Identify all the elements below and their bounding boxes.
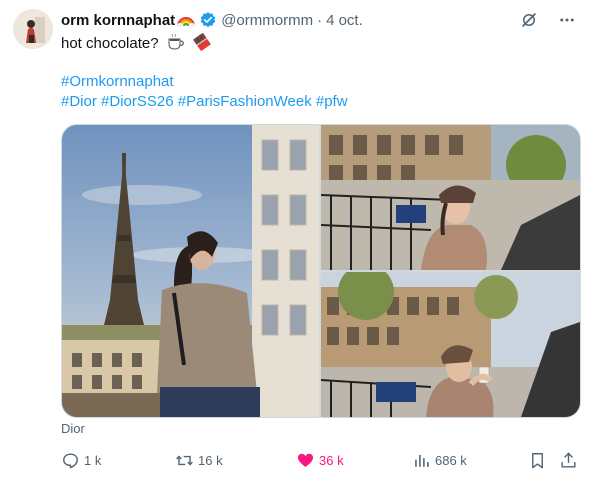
views-count: 686 k xyxy=(435,452,467,468)
author-handle[interactable]: @ormmormm xyxy=(221,12,313,29)
reply-button[interactable]: 1 k xyxy=(61,449,101,471)
photo-metro-railing[interactable] xyxy=(320,125,580,270)
repost-count: 16 k xyxy=(198,452,223,468)
rainbow-emoji xyxy=(177,13,196,27)
like-count: 36 k xyxy=(319,452,344,468)
bookmark-icon xyxy=(532,452,543,468)
top-right-actions xyxy=(519,10,577,30)
hashtags: #Ormkornnaphat #Dior #DiorSS26 #ParisFas… xyxy=(61,72,348,112)
share-icon xyxy=(561,451,576,468)
hashtag[interactable]: #Dior xyxy=(61,93,97,110)
reply-icon xyxy=(63,452,78,468)
views-button[interactable]: 686 k xyxy=(412,449,467,471)
photo-street-cup[interactable] xyxy=(320,264,580,417)
author-name[interactable]: orm kornnaphat xyxy=(61,12,175,29)
hashtag[interactable]: #DiorSS26 xyxy=(101,93,174,110)
repost-icon xyxy=(176,455,193,465)
share-button[interactable] xyxy=(559,449,578,471)
like-button[interactable]: 36 k xyxy=(296,449,344,471)
post-timestamp[interactable]: 4 oct. xyxy=(326,12,363,29)
avatar[interactable] xyxy=(13,9,53,49)
hashtag-line-1: #Ormkornnaphat xyxy=(61,72,348,92)
heart-icon xyxy=(297,453,314,467)
views-icon xyxy=(415,454,429,467)
media-grid xyxy=(61,124,581,418)
repost-button[interactable]: 16 k xyxy=(175,449,223,471)
separator-dot: · xyxy=(317,11,323,29)
grok-icon[interactable] xyxy=(519,10,539,30)
verified-badge-icon[interactable] xyxy=(199,11,217,29)
bookmark-button[interactable] xyxy=(528,449,547,471)
hashtag[interactable]: #ParisFashionWeek xyxy=(178,93,312,110)
hashtag[interactable]: #pfw xyxy=(316,93,348,110)
photo-eiffel-tower[interactable] xyxy=(62,125,319,417)
more-icon[interactable] xyxy=(557,10,577,30)
chocolate-emoji xyxy=(192,33,211,51)
post-text-content: hot chocolate? xyxy=(61,35,159,52)
post-actions: 1 k 16 k 36 k 686 k xyxy=(61,449,583,471)
reply-count: 1 k xyxy=(84,452,102,468)
hashtag[interactable]: #Ormkornnaphat xyxy=(61,73,174,90)
post-header: orm kornnaphat @ormmormm · 4 oct. xyxy=(61,10,363,30)
coffee-emoji xyxy=(167,33,185,51)
hashtag-line-2: #Dior #DiorSS26 #ParisFashionWeek #pfw xyxy=(61,92,348,112)
post-text: hot chocolate? xyxy=(61,33,211,54)
media-caption: Dior xyxy=(61,421,85,436)
